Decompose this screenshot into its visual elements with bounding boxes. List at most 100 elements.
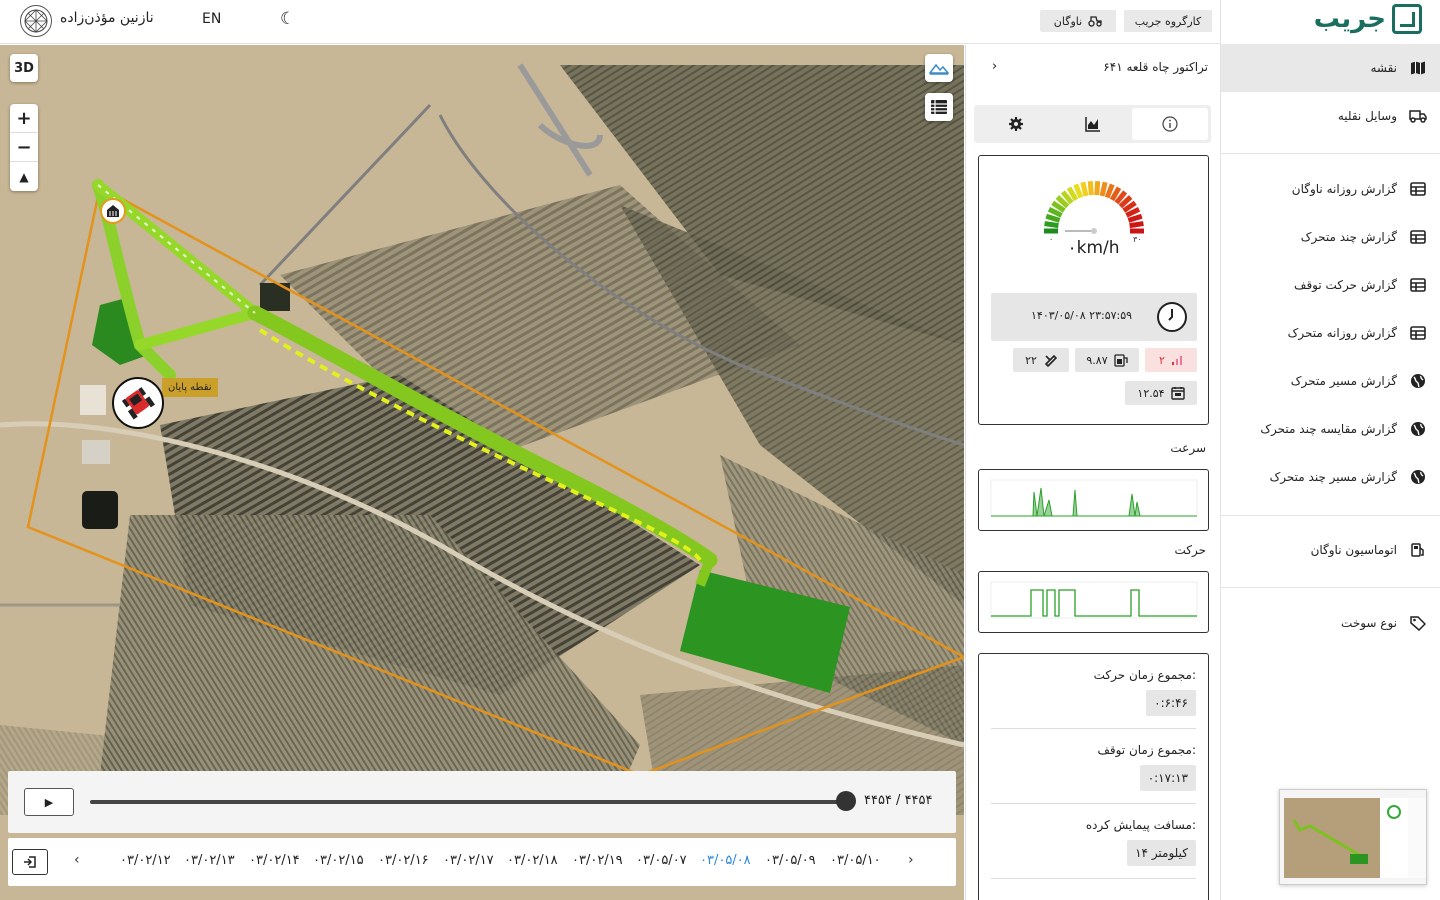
sidebar-item-label: اتوماسیون ناوگان [1310, 543, 1397, 557]
playback-slider-track[interactable] [90, 800, 846, 804]
table-icon [1409, 276, 1427, 294]
map-icon [1409, 59, 1427, 77]
compass-icon[interactable]: ▲ [10, 162, 38, 191]
gauge-tick [1080, 181, 1089, 197]
odometer-value: ۱۲.۵۴ [1137, 386, 1165, 400]
date-item-active[interactable]: ۰۳/۰۵/۰۸ [700, 853, 751, 868]
sidebar-item-fleet-automation[interactable]: اتوماسیون ناوگان [1221, 526, 1440, 574]
date-item[interactable]: ۰۳/۰۲/۱۷ [443, 853, 494, 868]
motion-sparkline [990, 581, 1198, 619]
gauge-tick [1044, 221, 1059, 229]
speed-gauge: ۰ ۳۰ [1044, 180, 1144, 244]
exit-button[interactable] [12, 849, 48, 875]
date-item[interactable]: ۰۳/۰۲/۱۳ [184, 853, 235, 868]
fleet-button[interactable]: ناوگان [1040, 10, 1116, 32]
sidebar-item-vehicle-route-report[interactable]: گزارش مسیر متحرک [1221, 357, 1440, 405]
sidebar-item-label: نقشه [1370, 61, 1397, 75]
dates-next-arrow-icon[interactable]: ‹ [74, 852, 80, 868]
info-icon [1162, 116, 1178, 132]
brand-logo[interactable]: جریب [1314, 4, 1422, 34]
sidebar: جریب نقشه وسایل نقلیه گزارش روزانه ناوگا… [1220, 0, 1440, 900]
table-icon [1409, 180, 1427, 198]
sidebar-item-vehicles[interactable]: وسایل نقلیه [1221, 92, 1440, 140]
signal-chip: ۲ [1145, 348, 1197, 372]
language-toggle[interactable]: EN [202, 11, 221, 27]
vehicle-status-card: ۰ ۳۰ ۰km/h ۱۴۰۳/۰۵/۰۸ ۲۳:۵۷:۵۹ ۲ ۹.۸۷ ۲۲… [978, 155, 1209, 425]
sidebar-item-vehicle-daily-report[interactable]: گزارش روزانه متحرک [1221, 309, 1440, 357]
sidebar-item-map[interactable]: نقشه [1221, 44, 1440, 92]
globe-icon [1409, 372, 1427, 390]
sidebar-item-label: گزارش حرکت توقف [1294, 278, 1397, 292]
sidebar-item-multi-vehicle-route-report[interactable]: گزارش مسیر چند متحرک [1221, 453, 1440, 501]
date-item[interactable]: ۰۳/۰۲/۱۹ [572, 853, 623, 868]
gauge-tick [1094, 180, 1101, 196]
sidebar-item-fleet-daily-report[interactable]: گزارش روزانه ناوگان [1221, 165, 1440, 213]
gauge-tick [1073, 183, 1084, 199]
tab-charts[interactable] [1055, 108, 1131, 140]
playback-slider-handle[interactable] [836, 791, 856, 811]
date-item[interactable]: ۰۳/۰۲/۱۲ [120, 853, 171, 868]
play-button[interactable]: ▶ [24, 788, 74, 816]
stat-move-time-value: ۰:۶:۴۶ [1146, 690, 1196, 716]
tractor-small-icon [1088, 16, 1102, 27]
odometer-chip: ۱۲.۵۴ [1125, 381, 1197, 405]
chevron-right-icon[interactable]: › [992, 59, 997, 74]
zoom-controls: + − ▲ [10, 104, 38, 191]
signal-value: ۲ [1159, 353, 1165, 367]
satellites-value: ۲۲ [1025, 353, 1037, 367]
sidebar-item-multi-vehicle-compare-report[interactable]: گزارش مقایسه چند متحرک [1221, 405, 1440, 453]
speed-chart-card [978, 469, 1209, 531]
date-item[interactable]: ۰۳/۰۲/۱۵ [313, 853, 364, 868]
area-chart-icon [1085, 117, 1100, 132]
page-thumbnail[interactable] [1279, 789, 1427, 885]
zoom-out-button[interactable]: − [10, 133, 38, 162]
layers-list-button[interactable] [925, 93, 953, 121]
user-name[interactable]: نازنین مؤذن‌زاده [60, 10, 154, 26]
date-item[interactable]: ۰۳/۰۵/۰۷ [636, 853, 687, 868]
tab-settings[interactable] [978, 108, 1054, 140]
date-item[interactable]: ۰۳/۰۲/۱۸ [507, 853, 558, 868]
zoom-in-button[interactable]: + [10, 104, 38, 133]
motion-chart-card [978, 571, 1209, 633]
start-point-marker[interactable] [100, 198, 126, 224]
organization-logo [20, 5, 52, 37]
sidebar-item-label: گزارش روزانه متحرک [1287, 326, 1397, 340]
stat-divider [991, 803, 1196, 804]
date-item[interactable]: ۰۳/۰۵/۰۹ [765, 853, 816, 868]
fleet-label: ناوگان [1053, 14, 1083, 28]
sidebar-item-multi-vehicle-report[interactable]: گزارش چند متحرک [1221, 213, 1440, 261]
calendar-gauge-icon [1170, 387, 1185, 400]
list-icon [931, 100, 947, 114]
tab-info[interactable] [1132, 108, 1208, 140]
motion-chart-label: حرکت [1174, 543, 1206, 557]
workgroup-label: کارگروه جریب [1134, 14, 1202, 28]
vehicle-marker[interactable] [112, 377, 164, 429]
date-item[interactable]: ۰۳/۰۲/۱۴ [249, 853, 300, 868]
panel-tabs [974, 105, 1211, 143]
sidebar-item-move-stop-report[interactable]: گزارش حرکت توقف [1221, 261, 1440, 309]
stat-stop-time-value: ۰:۱۷:۱۳ [1139, 765, 1196, 791]
elevation-layer-button[interactable] [925, 54, 953, 82]
gauge-tick [1045, 213, 1061, 223]
moon-icon[interactable]: ☾ [280, 9, 295, 29]
stat-distance-label: مسافت پیمایش کرده: [1085, 818, 1196, 832]
mountain-icon [929, 63, 949, 75]
brand-mark-icon [1392, 4, 1422, 34]
trip-stats-card: مجموع زمان حرکت: ۰:۶:۴۶ مجموع زمان توقف:… [978, 653, 1209, 900]
tag-icon [1409, 614, 1427, 632]
3d-toggle-button[interactable]: 3D [10, 54, 38, 82]
truck-icon [1409, 107, 1427, 125]
gauge-tick [1127, 213, 1143, 223]
battery-chip: ۹.۸۷ [1075, 348, 1139, 372]
sidebar-item-label: وسایل نقلیه [1337, 109, 1397, 123]
date-item[interactable]: ۰۳/۰۵/۱۰ [830, 853, 881, 868]
sidebar-item-fuel-type[interactable]: نوع سوخت [1221, 599, 1440, 647]
stat-divider [991, 728, 1196, 729]
workgroup-button[interactable]: کارگروه جریب [1124, 10, 1212, 32]
date-item[interactable]: ۰۳/۰۲/۱۶ [378, 853, 429, 868]
dates-prev-arrow-icon[interactable]: › [908, 852, 914, 868]
sidebar-item-label: گزارش چند متحرک [1300, 230, 1397, 244]
playback-counter: ۴۴۵۴ / ۴۴۵۴ [864, 793, 933, 808]
stat-distance-value: ۱۴ کیلومتر [1127, 840, 1196, 866]
building-icon [107, 205, 119, 217]
